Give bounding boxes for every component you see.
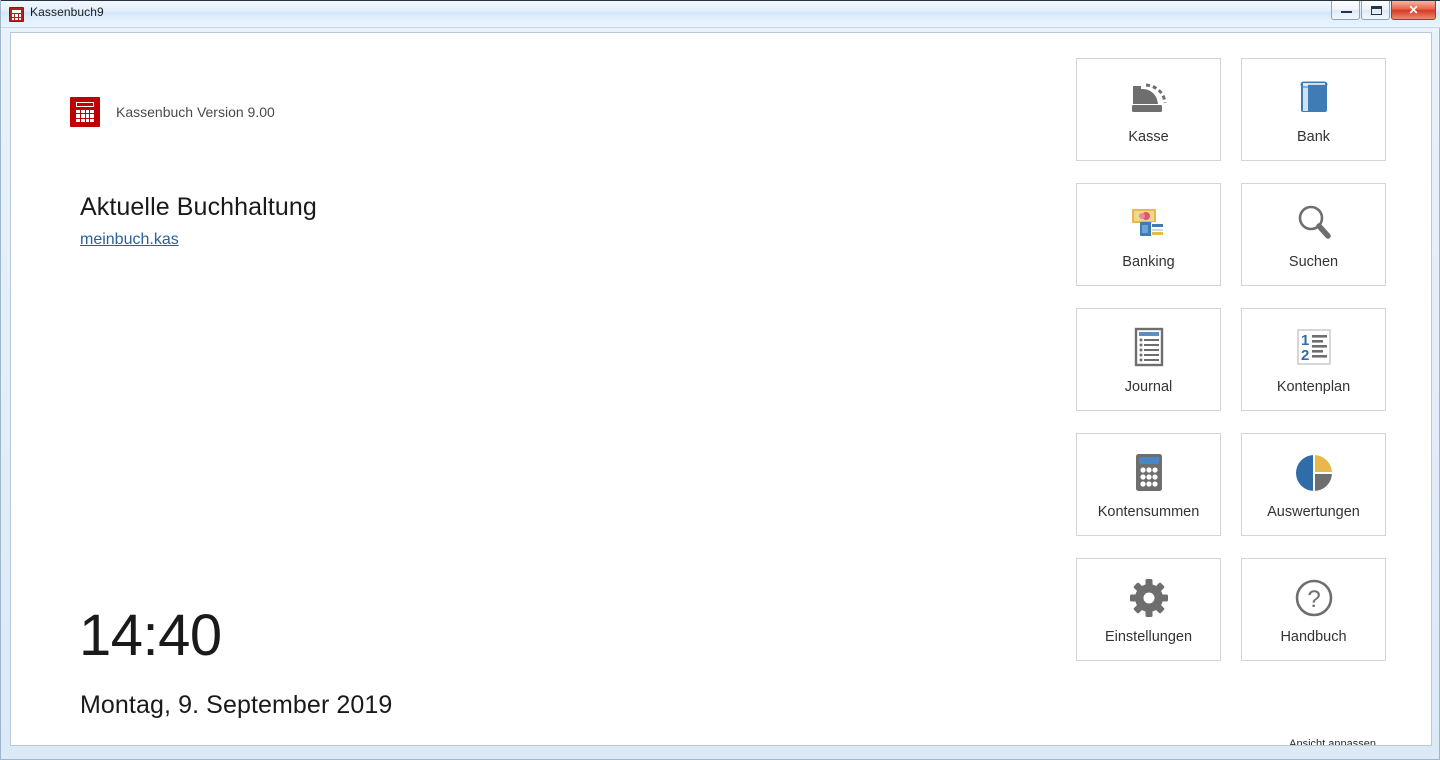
maximize-icon — [1371, 6, 1382, 15]
clock-date: Montag, 9. September 2019 — [80, 691, 393, 719]
tile-label: Handbuch — [1280, 628, 1347, 645]
app-version-label: Kassenbuch Version 9.00 — [116, 104, 275, 120]
maximize-button[interactable] — [1361, 1, 1390, 20]
application-window: Kassenbuch9 ✕ Kassenbuch Version 9.00 Ak… — [0, 0, 1440, 760]
tile-label: Kontensummen — [1097, 503, 1200, 520]
calculator-icon — [1126, 450, 1172, 496]
tile-label: Kasse — [1128, 128, 1169, 145]
current-book-link[interactable]: meinbuch.kas — [80, 231, 179, 249]
close-button[interactable]: ✕ — [1391, 1, 1436, 20]
tile-label: Kontenplan — [1276, 378, 1351, 395]
tile-handbuch[interactable]: ? Handbuch — [1241, 558, 1386, 661]
calculator-icon — [70, 97, 100, 127]
list-document-icon — [1126, 325, 1172, 371]
magnifier-icon — [1291, 200, 1337, 246]
close-icon: ✕ — [1408, 3, 1419, 17]
svg-text:2: 2 — [1301, 347, 1309, 364]
tile-suchen[interactable]: Suchen — [1241, 183, 1386, 286]
svg-text:?: ? — [1307, 586, 1320, 613]
calculator-icon — [9, 7, 24, 22]
question-circle-icon: ? — [1291, 575, 1337, 621]
app-identity: Kassenbuch Version 9.00 — [70, 97, 275, 127]
minimize-button[interactable] — [1331, 1, 1360, 20]
title-bar: Kassenbuch9 ✕ — [1, 0, 1440, 28]
gear-icon — [1126, 575, 1172, 621]
client-area: Kassenbuch Version 9.00 Aktuelle Buchhal… — [10, 32, 1432, 746]
window-controls: ✕ — [1331, 1, 1436, 20]
tile-label: Journal — [1124, 378, 1173, 395]
tile-kontensummen[interactable]: Kontensummen — [1076, 433, 1221, 536]
tile-label: Suchen — [1288, 253, 1339, 270]
clock-time: 14:40 — [79, 603, 222, 668]
tile-kontenplan[interactable]: 1 2 Kontenplan — [1241, 308, 1386, 411]
tile-einstellungen[interactable]: Einstellungen — [1076, 558, 1221, 661]
window-title: Kassenbuch9 — [30, 5, 104, 19]
customize-view-link[interactable]: Ansicht anpassen — [1289, 738, 1376, 745]
tile-label: Einstellungen — [1104, 628, 1193, 645]
numbered-list-icon: 1 2 — [1291, 325, 1337, 371]
page-title: Aktuelle Buchhaltung — [80, 193, 317, 221]
tile-grid: Kasse Bank Banking Suchen Journal 1 2 Ko… — [1076, 58, 1386, 661]
banknote-card-icon — [1126, 200, 1172, 246]
minimize-icon — [1341, 11, 1352, 13]
pie-chart-icon — [1291, 450, 1337, 496]
tile-label: Banking — [1122, 253, 1175, 270]
tile-bank[interactable]: Bank — [1241, 58, 1386, 161]
tile-label: Auswertungen — [1267, 503, 1360, 520]
book-icon — [1291, 75, 1337, 121]
tile-auswertungen[interactable]: Auswertungen — [1241, 433, 1386, 536]
cash-register-icon — [1126, 75, 1172, 121]
tile-kasse[interactable]: Kasse — [1076, 58, 1221, 161]
tile-label: Bank — [1296, 128, 1331, 145]
tile-journal[interactable]: Journal — [1076, 308, 1221, 411]
tile-banking[interactable]: Banking — [1076, 183, 1221, 286]
